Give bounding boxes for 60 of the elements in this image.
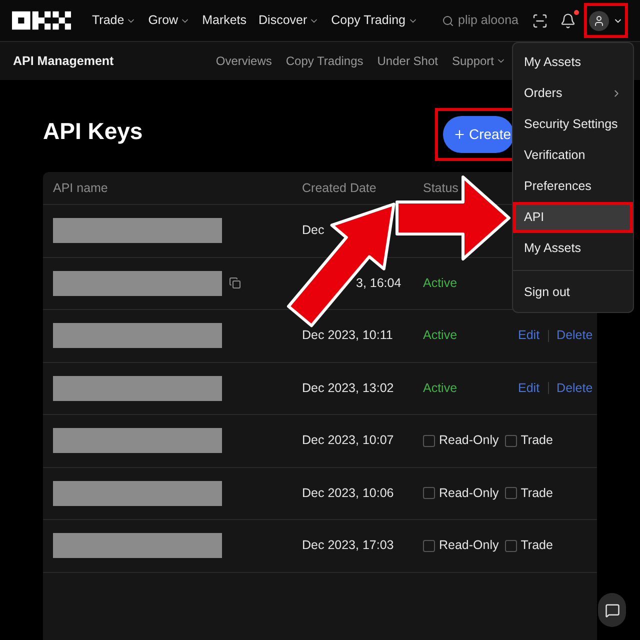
column-header: API name — [53, 180, 108, 195]
status-text: Active — [423, 380, 458, 395]
nav-menu-item[interactable]: Trade — [92, 11, 136, 30]
date-cell: Dec — [302, 223, 324, 238]
menu-item[interactable]: Preferences — [513, 171, 633, 202]
permission-label: Trade — [520, 537, 553, 554]
checkbox[interactable] — [504, 540, 517, 552]
date-cell: Dec 2023, 10:06 — [302, 486, 394, 500]
subnav-link[interactable]: Copy Tradings — [286, 52, 364, 70]
chat-button[interactable] — [598, 593, 626, 627]
menu-item[interactable]: Orders — [513, 78, 633, 109]
menu-item[interactable]: Sign out — [513, 277, 633, 308]
menu-item[interactable]: API — [513, 202, 633, 233]
status-text: Active — [423, 276, 458, 290]
plus-icon — [453, 128, 466, 140]
menu-item[interactable]: Security Settings — [513, 109, 633, 140]
permission-label: Read-Only — [439, 432, 499, 450]
permission-label: Read-Only — [439, 537, 499, 554]
menu-item[interactable]: My Assets — [513, 47, 633, 78]
section-title: API Management — [13, 52, 114, 70]
page-title: API Keys — [43, 116, 143, 146]
nav-menu-item[interactable]: Markets — [202, 11, 247, 30]
checkbox[interactable] — [423, 540, 435, 552]
menu-item[interactable]: My Assets — [513, 233, 633, 264]
subnav-link[interactable]: Overviews — [216, 52, 272, 70]
nav-menu-item[interactable]: Grow — [148, 11, 190, 30]
account-button[interactable] — [584, 3, 628, 38]
permission-label: Trade — [520, 432, 553, 450]
checkbox[interactable] — [504, 487, 517, 500]
avatar-icon — [589, 10, 609, 30]
menu-item[interactable]: Verification — [513, 140, 633, 171]
checkbox[interactable] — [423, 434, 435, 447]
action-link[interactable]: Edit — [518, 378, 540, 398]
date-cell: Dec 2023, 13:02 — [302, 380, 394, 395]
search-field[interactable]: plip aloona — [458, 11, 520, 30]
column-header: Created Date — [302, 180, 376, 195]
action-link[interactable]: Delete — [556, 326, 593, 346]
nav-menu-item[interactable]: Copy Trading — [331, 11, 418, 30]
date-cell: 3, 16:04 — [356, 276, 402, 290]
nav-menu-item[interactable]: Discover — [258, 11, 320, 30]
create-button[interactable]: Create — [443, 116, 514, 152]
date-cell: Dec 2023, 10:07 — [302, 433, 394, 448]
date-cell: Dec 2023, 17:03 — [302, 538, 394, 552]
subnav-link[interactable]: Support — [452, 52, 506, 70]
column-header: Status — [423, 180, 458, 195]
copy-icon[interactable] — [229, 277, 241, 290]
scan-icon[interactable] — [532, 12, 548, 28]
date-cell: Dec 2023, 10:11 — [302, 328, 393, 342]
logo-icon[interactable] — [12, 11, 71, 30]
action-link[interactable]: Edit — [518, 326, 540, 346]
bell-icon[interactable] — [560, 12, 576, 28]
action-link[interactable]: Delete — [556, 378, 593, 398]
chat-icon — [604, 602, 620, 618]
permission-label: Trade — [520, 484, 553, 502]
search-icon — [442, 14, 454, 26]
subnav-link[interactable]: Under Shot — [377, 52, 438, 70]
permission-label: Read-Only — [439, 484, 499, 502]
checkbox[interactable] — [504, 434, 517, 447]
checkbox[interactable] — [423, 487, 435, 500]
status-text: Active — [423, 328, 458, 342]
